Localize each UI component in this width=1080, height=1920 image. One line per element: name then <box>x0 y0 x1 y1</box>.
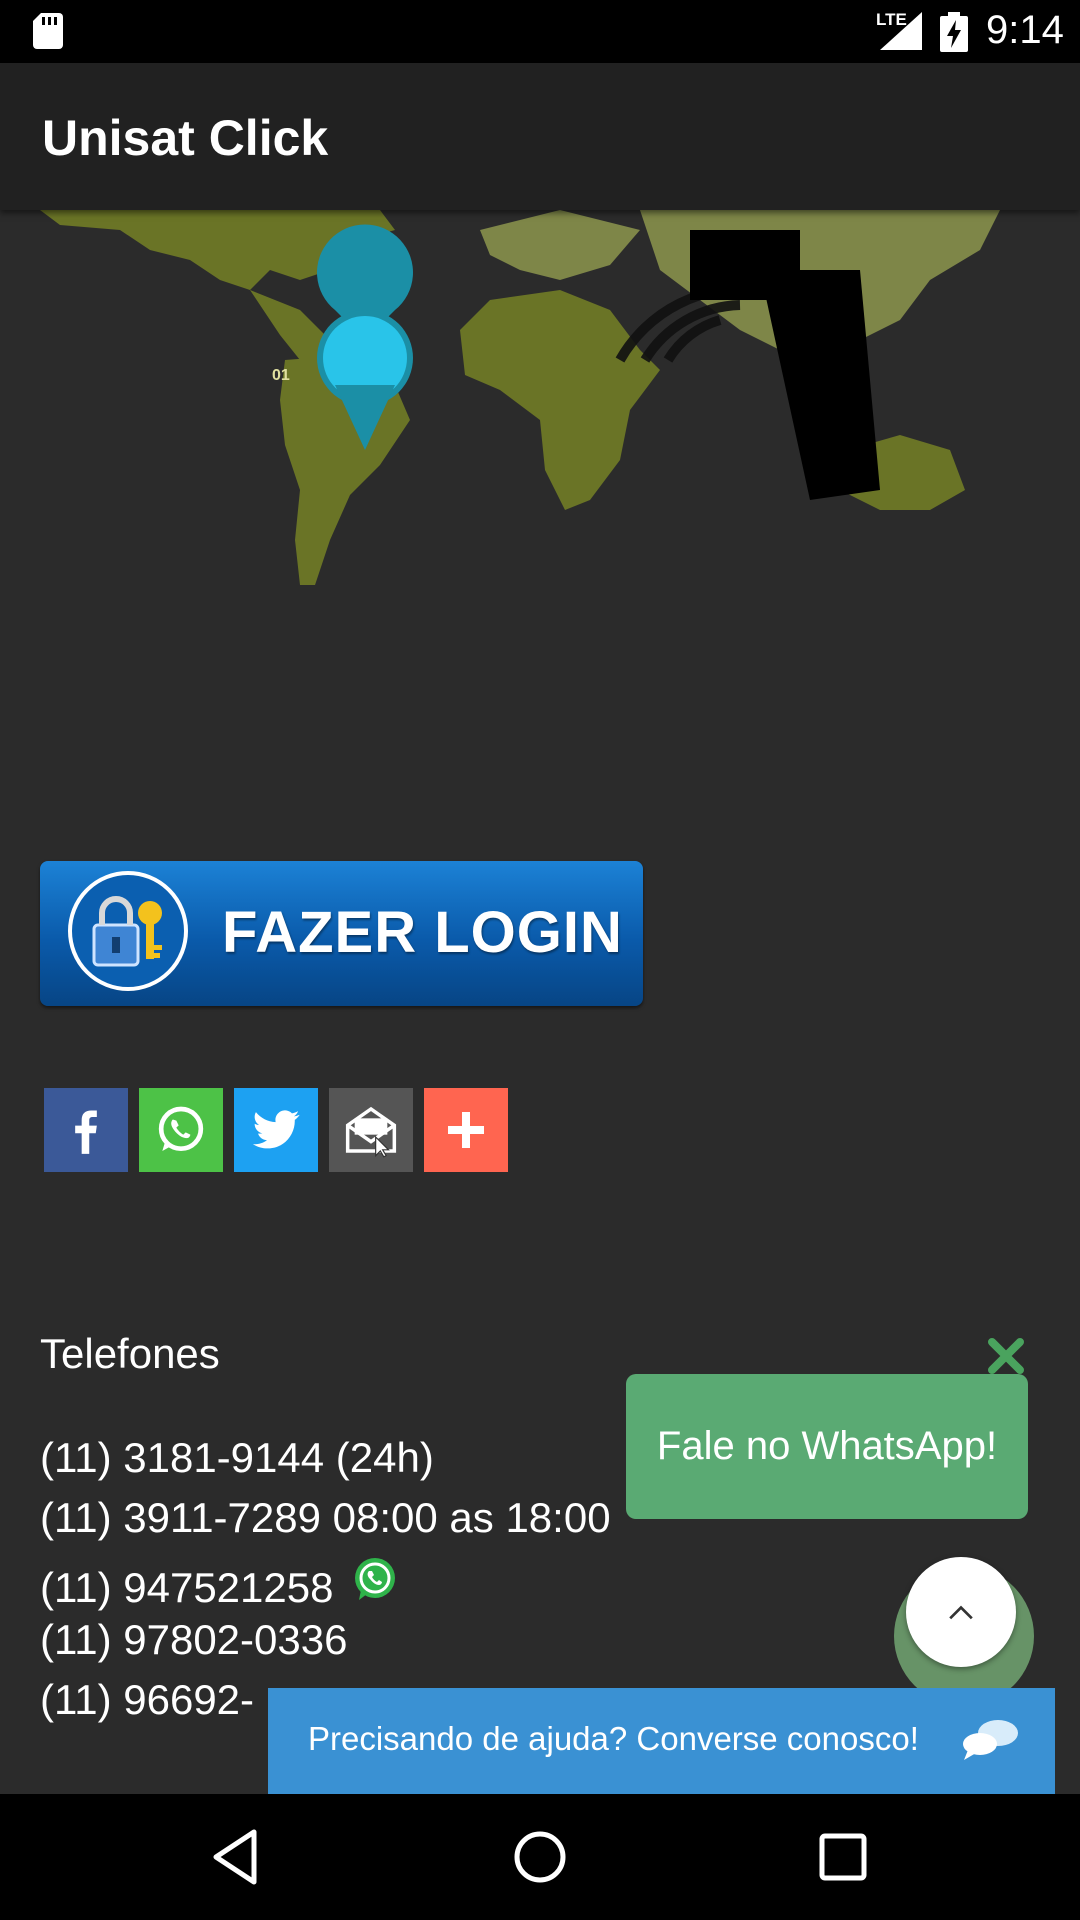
status-bar: LTE 9:14 <box>0 0 1080 63</box>
share-more-button[interactable] <box>424 1088 508 1172</box>
share-facebook-button[interactable] <box>44 1088 128 1172</box>
phone-line[interactable]: (11) 3911-7289 08:00 as 18:00 <box>40 1494 611 1542</box>
chat-bar-label: Precisando de ajuda? Converse conosco! <box>308 1720 919 1757</box>
phone-line[interactable]: (11) 947521258 <box>40 1556 399 1612</box>
app-title: Unisat Click <box>42 110 329 166</box>
scroll-to-top-button[interactable] <box>906 1557 1016 1667</box>
europe-africa-landmass <box>460 210 660 510</box>
lock-key-icon <box>68 871 188 991</box>
battery-charging-icon <box>940 12 968 52</box>
sd-card-icon <box>33 13 63 49</box>
share-email-button[interactable] <box>329 1088 413 1172</box>
share-twitter-button[interactable] <box>234 1088 318 1172</box>
clock: 9:14 <box>986 8 1064 52</box>
navigation-bar <box>0 1794 1080 1920</box>
whatsapp-icon <box>158 1106 204 1151</box>
phone-line[interactable]: (11) 3181-9144 (24h) <box>40 1434 434 1482</box>
close-icon[interactable] <box>986 1336 1026 1376</box>
whatsapp-popup[interactable]: Fale no WhatsApp! <box>626 1374 1028 1519</box>
signal-icon <box>880 12 922 50</box>
facebook-icon <box>75 1110 97 1154</box>
share-whatsapp-button[interactable] <box>139 1088 223 1172</box>
email-icon <box>345 1106 397 1158</box>
plus-icon <box>448 1112 484 1148</box>
recents-icon[interactable] <box>810 1824 876 1890</box>
app-bar: Unisat Click <box>0 63 1080 210</box>
login-button-label: FAZER LOGIN <box>222 900 623 965</box>
phone-line[interactable]: (11) 97802-0336 <box>40 1616 347 1664</box>
chat-bar[interactable]: Precisando de ajuda? Converse conosco! <box>268 1688 1055 1794</box>
home-icon[interactable] <box>507 1824 573 1890</box>
phone-number: (11) 947521258 <box>40 1564 334 1611</box>
twitter-icon <box>252 1110 300 1149</box>
whatsapp-icon <box>355 1558 396 1600</box>
phone-line[interactable]: (11) 96692- <box>40 1676 254 1724</box>
back-icon[interactable] <box>204 1824 270 1890</box>
world-map-banner: 01 <box>40 210 1000 585</box>
chat-bubbles-icon <box>963 1720 1018 1760</box>
satellite-panel <box>760 270 880 500</box>
whatsapp-popup-label: Fale no WhatsApp! <box>656 1424 998 1468</box>
map-marker-label: 01 <box>272 367 290 384</box>
chevron-up-icon <box>949 1605 973 1620</box>
phones-heading: Telefones <box>40 1330 220 1377</box>
login-button[interactable]: FAZER LOGIN <box>40 861 643 1006</box>
